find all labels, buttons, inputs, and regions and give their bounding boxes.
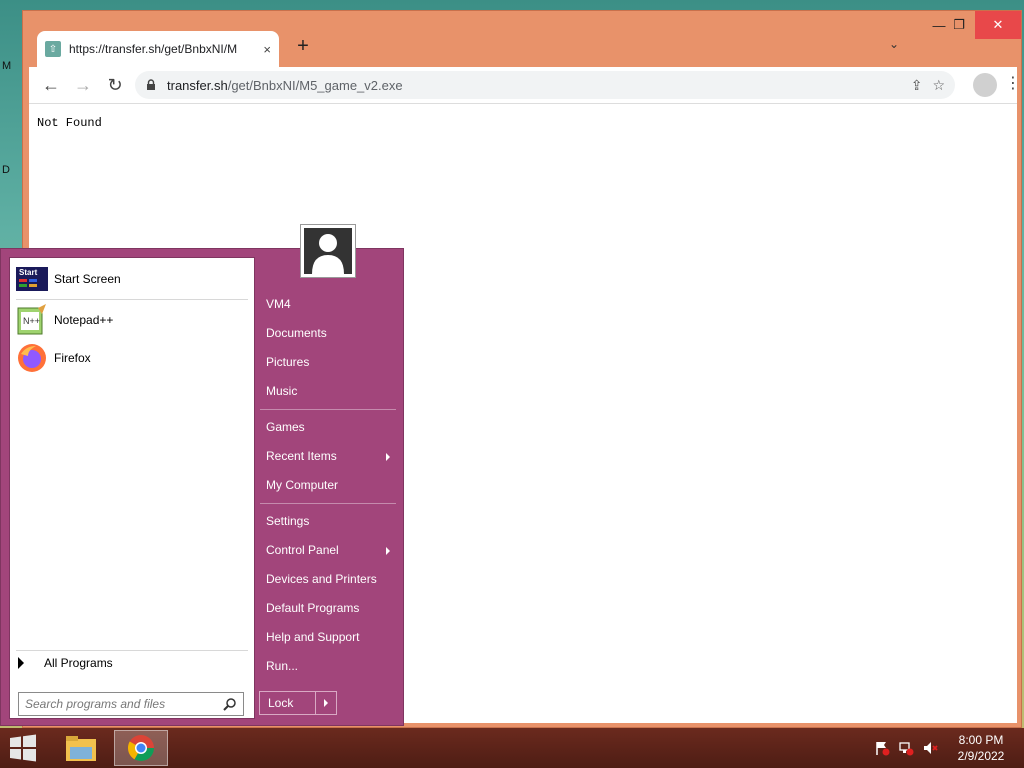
folder-icon bbox=[66, 736, 96, 761]
svg-text:Start: Start bbox=[19, 268, 38, 277]
firefox-icon bbox=[18, 344, 46, 372]
expand-arrow-icon bbox=[18, 657, 24, 669]
windows-start-icon[interactable] bbox=[8, 734, 38, 762]
bookmark-star-icon[interactable]: ☆ bbox=[932, 77, 945, 94]
start-link-settings[interactable]: Settings bbox=[266, 514, 309, 528]
start-item-label: Firefox bbox=[54, 351, 91, 365]
start-item-firefox[interactable]: Firefox bbox=[16, 341, 250, 375]
clock-date: 2/9/2022 bbox=[957, 749, 1005, 763]
start-link-music[interactable]: Music bbox=[266, 384, 297, 398]
submenu-arrow-icon bbox=[386, 453, 390, 461]
tab-title: https://transfer.sh/get/BnbxNI/M bbox=[69, 42, 238, 56]
forward-button[interactable]: → bbox=[67, 69, 99, 101]
back-button[interactable]: ← bbox=[35, 69, 67, 101]
user-silhouette-icon bbox=[312, 234, 344, 274]
start-item-label: Notepad++ bbox=[54, 313, 114, 327]
close-button[interactable]: ✕ bbox=[975, 11, 1021, 39]
maximize-button[interactable]: ❐ bbox=[941, 11, 977, 39]
network-icon[interactable] bbox=[898, 740, 914, 756]
start-link-documents[interactable]: Documents bbox=[266, 326, 327, 340]
volume-muted-icon[interactable] bbox=[922, 740, 938, 756]
browser-menu-icon[interactable]: ⋮ bbox=[1005, 73, 1021, 93]
start-link-run[interactable]: Run... bbox=[266, 659, 298, 673]
taskbar-chrome[interactable] bbox=[114, 730, 168, 766]
reload-button[interactable]: ↻ bbox=[99, 69, 131, 101]
start-item-notepadpp[interactable]: N++ Notepad++ bbox=[16, 303, 250, 337]
clock-time: 8:00 PM bbox=[958, 733, 1004, 747]
browser-tab[interactable]: ⇧ https://transfer.sh/get/BnbxNI/M × bbox=[37, 31, 279, 67]
start-link-recent-items[interactable]: Recent Items bbox=[266, 449, 337, 463]
desktop-icon-label[interactable]: M bbox=[2, 60, 11, 72]
start-link-help-support[interactable]: Help and Support bbox=[266, 630, 359, 644]
lock-label: Lock bbox=[260, 692, 316, 714]
url-host: transfer.sh bbox=[167, 77, 228, 93]
search-icon[interactable] bbox=[223, 697, 237, 711]
start-link-games[interactable]: Games bbox=[266, 420, 305, 434]
system-clock[interactable]: 8:00 PM 2/9/2022 bbox=[946, 732, 1016, 764]
lock-icon[interactable] bbox=[145, 79, 157, 91]
tab-close-icon[interactable]: × bbox=[263, 42, 271, 57]
start-screen-icon: Start bbox=[16, 267, 48, 291]
start-link-default-programs[interactable]: Default Programs bbox=[266, 601, 359, 615]
upload-icon: ⇧ bbox=[45, 41, 61, 57]
divider bbox=[16, 650, 248, 651]
start-link-devices-printers[interactable]: Devices and Printers bbox=[266, 572, 377, 586]
start-link-pictures[interactable]: Pictures bbox=[266, 355, 309, 369]
start-item-start-screen[interactable]: Start Start Screen bbox=[16, 262, 250, 296]
action-center-flag-icon[interactable] bbox=[874, 740, 890, 756]
taskbar: 8:00 PM 2/9/2022 bbox=[0, 728, 1024, 768]
start-link-my-computer[interactable]: My Computer bbox=[266, 478, 338, 492]
start-link-vm4[interactable]: VM4 bbox=[266, 297, 291, 311]
lock-options-arrow-icon[interactable] bbox=[316, 692, 336, 714]
search-programs-input[interactable]: Search programs and files bbox=[18, 692, 244, 716]
all-programs-button[interactable]: All Programs bbox=[18, 656, 113, 670]
share-icon[interactable]: ⇪ bbox=[911, 77, 923, 94]
url-text[interactable]: transfer.sh/get/BnbxNI/M5_game_v2.exe bbox=[167, 78, 901, 93]
submenu-arrow-icon bbox=[386, 547, 390, 555]
notepadpp-icon: N++ bbox=[17, 304, 46, 335]
user-avatar[interactable] bbox=[300, 224, 356, 278]
all-programs-label: All Programs bbox=[44, 656, 113, 670]
divider bbox=[260, 409, 396, 410]
page-text: Not Found bbox=[37, 116, 102, 130]
address-bar[interactable]: transfer.sh/get/BnbxNI/M5_game_v2.exe ⇪ … bbox=[135, 71, 955, 99]
start-item-label: Start Screen bbox=[54, 272, 121, 286]
chrome-icon bbox=[127, 735, 155, 762]
browser-toolbar: ← → ↻ transfer.sh/get/BnbxNI/M5_game_v2.… bbox=[29, 67, 1021, 103]
url-path: /get/BnbxNI/M5_game_v2.exe bbox=[227, 77, 403, 93]
start-link-control-panel[interactable]: Control Panel bbox=[266, 543, 339, 557]
profile-avatar-icon[interactable] bbox=[973, 73, 997, 97]
taskbar-file-explorer[interactable] bbox=[54, 730, 108, 766]
new-tab-button[interactable]: + bbox=[291, 35, 315, 58]
desktop-icon-label[interactable]: D bbox=[2, 164, 10, 176]
start-menu: Start Start Screen N++ Notepad++ Firefox… bbox=[0, 248, 404, 726]
divider bbox=[260, 503, 396, 504]
lock-button[interactable]: Lock bbox=[259, 691, 337, 715]
svg-text:N++: N++ bbox=[23, 316, 40, 326]
search-placeholder: Search programs and files bbox=[25, 697, 166, 711]
start-menu-programs-pane: Start Start Screen N++ Notepad++ Firefox… bbox=[9, 257, 255, 719]
tab-search-chevron-icon[interactable]: ⌄ bbox=[889, 37, 899, 51]
divider bbox=[16, 299, 248, 300]
